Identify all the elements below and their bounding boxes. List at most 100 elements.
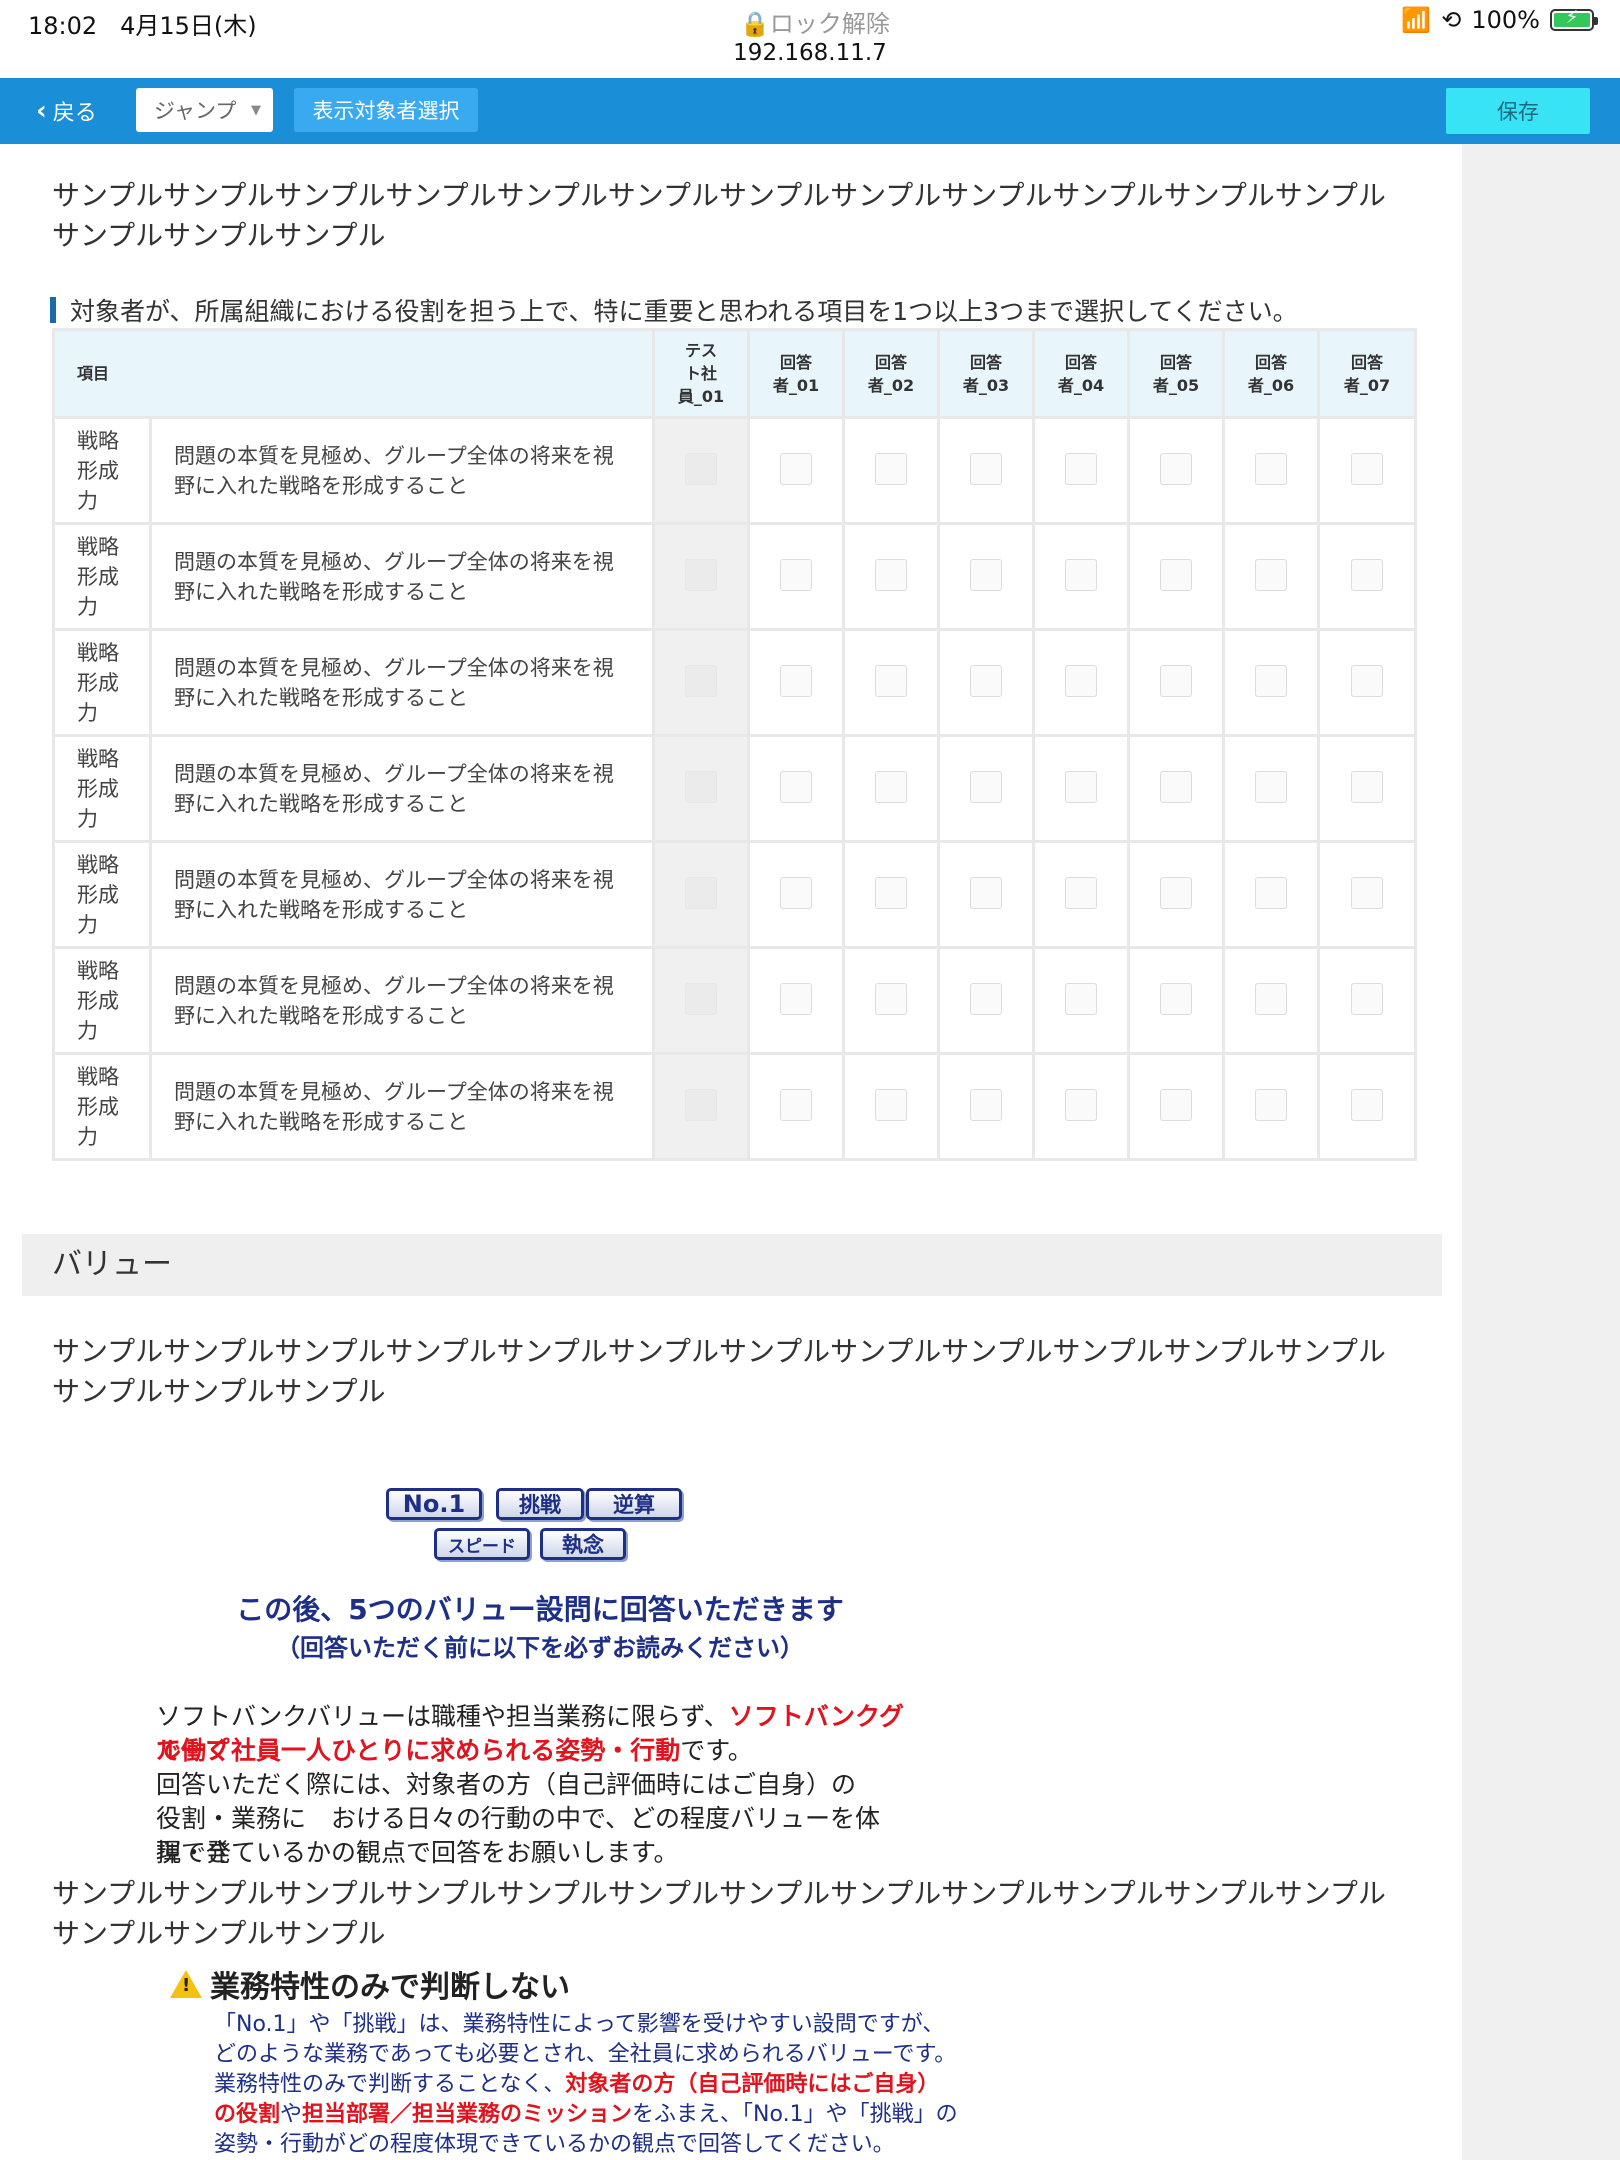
back-label: 戻る [52,101,97,126]
checkbox[interactable] [970,770,1003,803]
checkbox-cell [1127,946,1226,1055]
table-row: 戦略 形成力問題の本質を見極め、グループ全体の将来を視 野に入れた戦略を形成すること [52,416,1418,525]
checkbox[interactable] [1255,876,1288,909]
checkbox-cell [842,946,941,1055]
checkbox[interactable] [1351,664,1384,697]
header-col-5: 回答 者_05 [1127,328,1226,419]
checkbox[interactable] [780,982,813,1015]
checkbox-cell [1222,522,1321,631]
checkbox[interactable] [970,1088,1003,1121]
checkbox[interactable] [970,982,1003,1015]
checkbox[interactable] [1065,452,1098,485]
checkbox[interactable] [780,770,813,803]
checkbox[interactable] [780,1088,813,1121]
checkbox[interactable] [1065,664,1098,697]
checkbox[interactable] [875,876,908,909]
header-item: 項目 [51,328,656,419]
warning-line1: 「No.1」や「挑戦」は、業務特性によって影響を受けやすい設問ですが、 [214,2012,945,2037]
body-a1: ソフトバンクバリューは職種や担当業務に限らず、 [156,1702,729,1731]
checkbox[interactable] [1065,1088,1098,1121]
checkbox-cell [1317,416,1418,525]
checkbox[interactable] [970,664,1003,697]
checkbox[interactable] [1351,982,1384,1015]
checkbox-cell [1317,628,1418,737]
checkbox[interactable] [970,558,1003,591]
checkbox-cell [1032,628,1131,737]
checkbox-cell [1317,1052,1418,1161]
select-target-button[interactable]: 表示対象者選択 [294,88,478,132]
checkbox[interactable] [1160,876,1193,909]
back-button[interactable]: ‹ 戻る [36,92,97,130]
warning-line3: 業務特性のみで判断することなく、対象者の方（自己評価時にはご自身） [214,2072,940,2097]
checkbox-cell [937,522,1036,631]
checkbox-cell [652,946,751,1055]
checkbox-cell [1317,840,1418,949]
warning-line2: どのような業務であっても必要とされ、全社員に求められるバリューです。 [214,2042,957,2067]
checkbox-cell [1127,522,1226,631]
checkbox[interactable] [875,558,908,591]
header-col-3: 回答 者_03 [937,328,1036,419]
checkbox[interactable] [1255,452,1288,485]
checkbox[interactable] [780,558,813,591]
checkbox[interactable] [1160,664,1193,697]
checkbox[interactable] [1255,770,1288,803]
row-description: 問題の本質を見極め、グループ全体の将来を視 野に入れた戦略を形成すること [148,734,656,843]
body-a2: です。 [680,1736,753,1765]
checkbox[interactable] [1160,770,1193,803]
jump-label: ジャンプ [154,99,237,123]
checkbox-cell [747,946,846,1055]
checkbox-cell [842,734,941,843]
checkbox-cell [937,416,1036,525]
checkbox-cell [1222,734,1321,843]
checkbox-cell [652,734,751,843]
status-time: 18:02 4月15日(木) [28,6,257,41]
checkbox[interactable] [1255,982,1288,1015]
checkbox[interactable] [1351,770,1384,803]
checkbox[interactable] [780,664,813,697]
checkbox[interactable] [1160,452,1193,485]
jump-dropdown[interactable]: ジャンプ ▼ [136,88,273,132]
checkbox[interactable] [1255,558,1288,591]
checkbox[interactable] [875,1088,908,1121]
checkbox[interactable] [780,452,813,485]
checkbox[interactable] [1351,876,1384,909]
checkbox[interactable] [1255,1088,1288,1121]
row-description: 問題の本質を見極め、グループ全体の将来を視 野に入れた戦略を形成すること [148,416,656,525]
question-text: 対象者が、所属組織における役割を担う上で、特に重要と思われる項目を1つ以上3つま… [50,292,1298,328]
checkbox[interactable] [970,876,1003,909]
checkbox-disabled [685,876,718,909]
checkbox[interactable] [1065,982,1098,1015]
header-col-0: テス ト社 員_01 [652,328,751,419]
checkbox[interactable] [1065,876,1098,909]
header-col-2: 回答 者_02 [842,328,941,419]
checkbox[interactable] [1160,558,1193,591]
checkbox[interactable] [1160,982,1193,1015]
checkbox[interactable] [875,982,908,1015]
checkbox[interactable] [1351,1088,1384,1121]
value-headline: この後、5つのバリュー設問に回答いただきます [236,1593,844,1626]
url-display[interactable]: 192.168.11.7 [0,40,1620,66]
checkbox[interactable] [1351,452,1384,485]
checkbox[interactable] [970,452,1003,485]
warning-title: ! 業務特性のみで判断しない [170,1962,570,2006]
checkbox[interactable] [1351,558,1384,591]
row-description: 問題の本質を見極め、グループ全体の将来を視 野に入れた戦略を形成すること [148,946,656,1055]
checkbox-cell [1317,734,1418,843]
row-category: 戦略 形成力 [52,734,152,843]
checkbox[interactable] [1255,664,1288,697]
checkbox-cell [937,840,1036,949]
checkbox-disabled [685,558,718,591]
checkbox[interactable] [780,876,813,909]
checkbox[interactable] [1160,1088,1193,1121]
checkbox[interactable] [1065,770,1098,803]
checkbox-cell [842,628,941,737]
warning-line4: の役割や担当部署／担当業務のミッションをふまえ、「No.1」や「挑戦」の [214,2102,958,2127]
checkbox[interactable] [875,770,908,803]
checkbox[interactable] [1065,558,1098,591]
checkbox[interactable] [875,452,908,485]
checkbox[interactable] [875,664,908,697]
section-header-value: バリュー [22,1234,1442,1296]
checkbox-cell [1032,416,1131,525]
save-button[interactable]: 保存 [1446,88,1590,134]
toolbar: ‹ 戻る ジャンプ ▼ 表示対象者選択 保存 [0,78,1620,144]
